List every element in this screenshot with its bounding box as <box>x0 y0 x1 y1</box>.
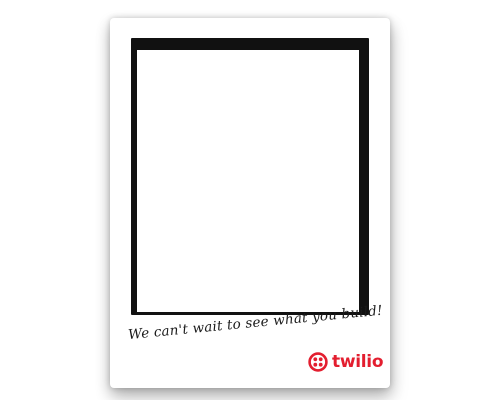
brand-name: twilio <box>332 352 384 372</box>
polaroid-card: We can't wait to see what you build! twi… <box>110 18 390 388</box>
photo-area <box>137 50 359 312</box>
brand-logo: twilio <box>308 351 384 373</box>
photo-frame <box>131 38 369 315</box>
canvas: We can't wait to see what you build! twi… <box>0 0 500 400</box>
twilio-logo-icon <box>308 352 328 372</box>
